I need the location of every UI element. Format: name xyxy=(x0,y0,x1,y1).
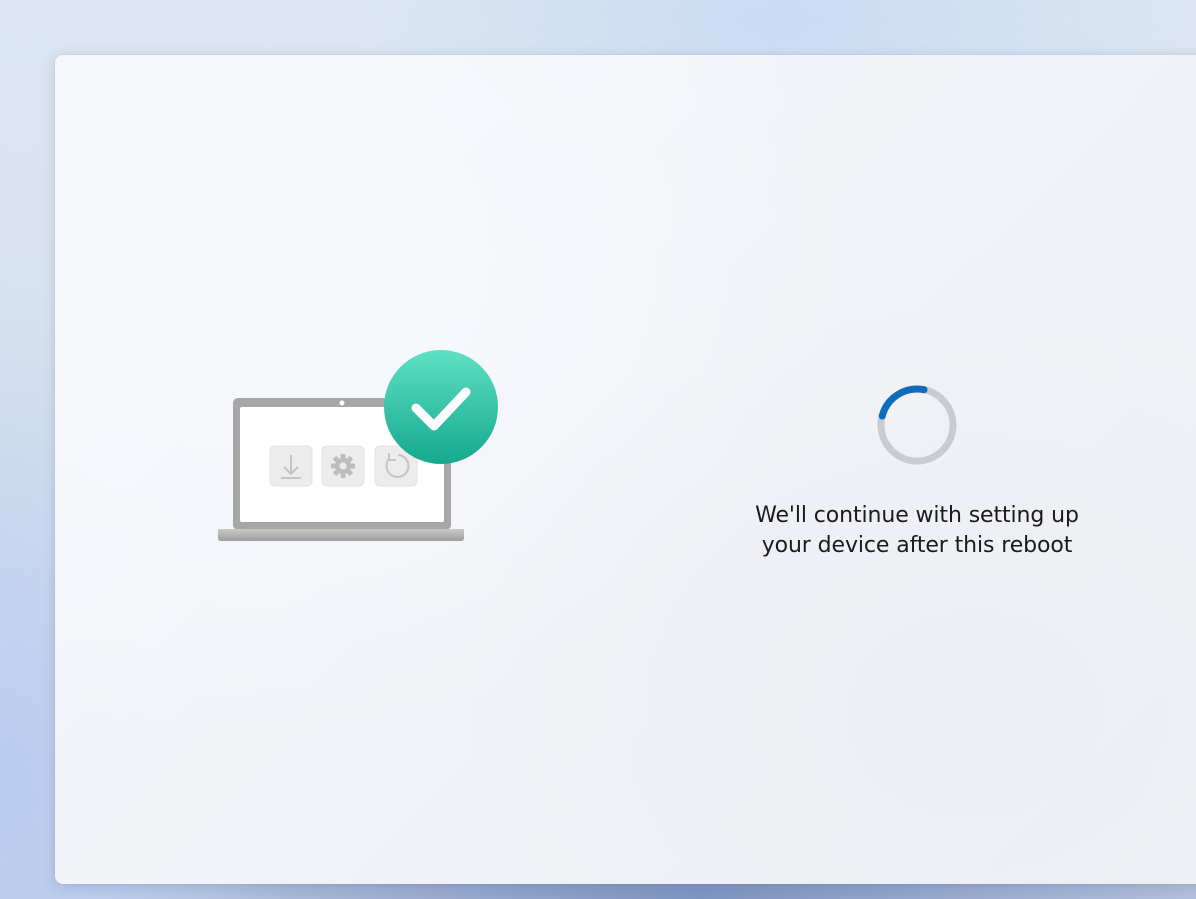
gear-icon xyxy=(321,445,365,487)
loading-spinner xyxy=(876,384,958,466)
status-message: We'll continue with setting up your devi… xyxy=(705,501,1129,561)
laptop-camera xyxy=(339,400,345,406)
laptop-illustration xyxy=(218,349,508,549)
download-icon xyxy=(269,445,313,487)
check-badge-icon xyxy=(384,350,498,464)
status-line-2: your device after this reboot xyxy=(761,533,1073,558)
setup-window: We'll continue with setting up your devi… xyxy=(55,55,1196,884)
laptop-base xyxy=(218,529,464,541)
spinner-arc xyxy=(878,385,928,420)
status-line-1: We'll continue with setting up xyxy=(755,503,1079,528)
laptop-graphic xyxy=(218,350,498,541)
